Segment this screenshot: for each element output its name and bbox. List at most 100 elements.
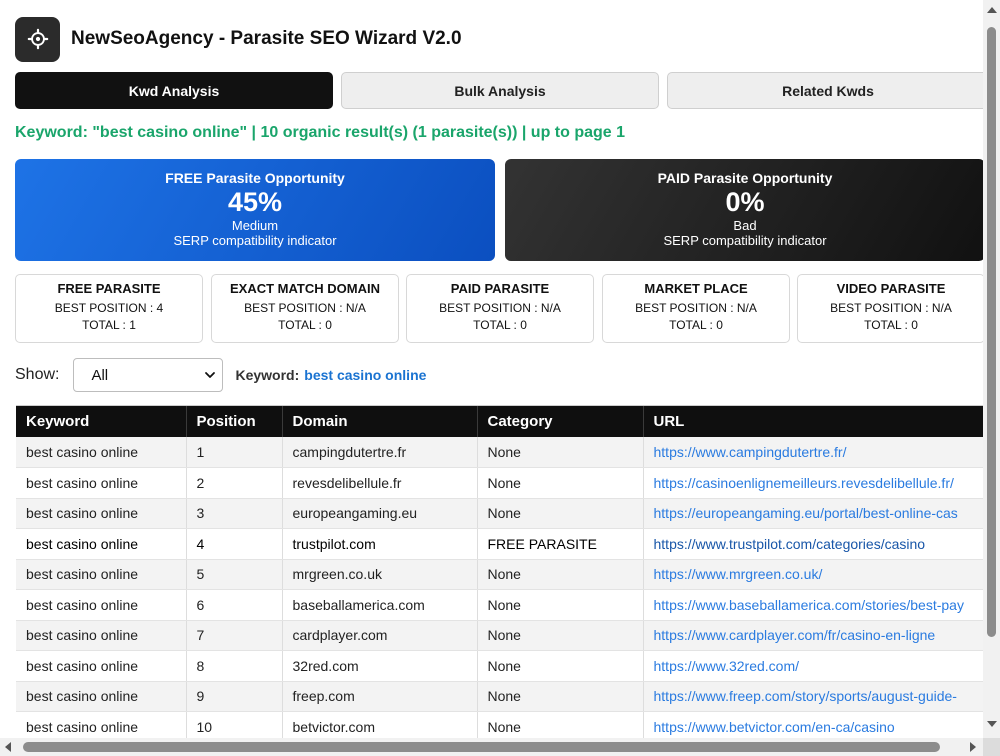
keyword-label: Keyword:: [235, 367, 300, 383]
keyword-value: best casino online: [304, 367, 427, 383]
cell-url-link[interactable]: https://www.freep.com/story/sports/augus…: [643, 681, 983, 712]
cell-category: None: [477, 559, 644, 590]
table-row: best casino online 4 trustpilot.com FREE…: [16, 528, 983, 560]
cell-keyword: best casino online: [16, 437, 187, 468]
stat-card-exact-match-domain: EXACT MATCH DOMAIN BEST POSITION : N/A T…: [211, 274, 399, 343]
stat-name: FREE PARASITE: [57, 281, 161, 296]
show-label: Show:: [15, 366, 60, 383]
stat-card-free-parasite: FREE PARASITE BEST POSITION : 4 TOTAL : …: [15, 274, 203, 343]
free-opportunity-rating: Medium: [231, 218, 279, 233]
paid-opportunity-rating: Bad: [733, 218, 757, 233]
tab-related-kwds[interactable]: Related Kwds: [667, 72, 983, 109]
cell-domain: revesdelibellule.fr: [282, 467, 478, 499]
table-row: best casino online 7 cardplayer.com None…: [16, 620, 983, 651]
cell-keyword: best casino online: [16, 650, 187, 682]
cell-domain: betvictor.com: [282, 711, 478, 738]
stat-total: TOTAL : 0: [864, 318, 918, 332]
stat-best-position: BEST POSITION : N/A: [635, 301, 757, 315]
chevron-down-icon: [205, 372, 216, 378]
cell-domain: cardplayer.com: [282, 620, 478, 651]
stat-card-video-parasite: VIDEO PARASITE BEST POSITION : N/A TOTAL…: [797, 274, 983, 343]
table-row: best casino online 3 europeangaming.eu N…: [16, 498, 983, 529]
cell-domain: trustpilot.com: [282, 528, 478, 560]
cell-domain: europeangaming.eu: [282, 498, 478, 529]
cell-category: FREE PARASITE: [477, 528, 644, 560]
column-header-url: URL: [643, 406, 983, 437]
cell-position: 10: [186, 711, 283, 738]
cell-url-link[interactable]: https://www.cardplayer.com/fr/casino-en-…: [643, 620, 983, 651]
column-header-category: Category: [477, 406, 644, 437]
free-opportunity-value: 45%: [227, 187, 283, 217]
horizontal-scrollbar[interactable]: [0, 738, 983, 756]
category-filter-select[interactable]: All: [73, 358, 224, 392]
cell-category: None: [477, 467, 644, 499]
stat-total: TOTAL : 0: [669, 318, 723, 332]
stat-best-position: BEST POSITION : N/A: [244, 301, 366, 315]
paid-opportunity-caption: SERP compatibility indicator: [663, 233, 827, 248]
table-row: best casino online 5 mrgreen.co.uk None …: [16, 559, 983, 590]
scroll-right-arrow-icon[interactable]: [970, 742, 976, 752]
cell-position: 3: [186, 498, 283, 529]
cell-position: 1: [186, 437, 283, 468]
cell-url-link[interactable]: https://www.baseballamerica.com/stories/…: [643, 589, 983, 621]
table-row: best casino online 9 freep.com None http…: [16, 681, 983, 712]
stat-best-position: BEST POSITION : N/A: [830, 301, 952, 315]
stat-card-paid-parasite: PAID PARASITE BEST POSITION : N/A TOTAL …: [406, 274, 594, 343]
scroll-up-arrow-icon[interactable]: [987, 7, 997, 13]
keyword-summary: Keyword: "best casino online" | 10 organ…: [15, 124, 626, 141]
tab-kwd-analysis[interactable]: Kwd Analysis: [15, 72, 333, 109]
cell-keyword: best casino online: [16, 559, 187, 590]
cell-domain: campingdutertre.fr: [282, 437, 478, 468]
cell-url-link[interactable]: https://www.betvictor.com/en-ca/casino: [643, 711, 983, 738]
cell-url-link[interactable]: https://europeangaming.eu/portal/best-on…: [643, 498, 983, 529]
page-viewport: NewSeoAgency - Parasite SEO Wizard V2.0 …: [0, 0, 983, 738]
column-header-keyword: Keyword: [16, 406, 187, 437]
cell-category: None: [477, 589, 644, 621]
paid-opportunity-value: 0%: [725, 187, 765, 217]
table-row: best casino online 1 campingdutertre.fr …: [16, 437, 983, 468]
table-row: best casino online 8 32red.com None http…: [16, 650, 983, 682]
scroll-left-arrow-icon[interactable]: [5, 742, 11, 752]
stat-total: TOTAL : 1: [82, 318, 136, 332]
vertical-scrollbar[interactable]: [983, 0, 1000, 738]
column-header-domain: Domain: [282, 406, 478, 437]
scroll-down-arrow-icon[interactable]: [987, 721, 997, 727]
cell-keyword: best casino online: [16, 620, 187, 651]
results-table-container: Keyword Position Domain Category URL bes…: [16, 405, 983, 738]
paid-opportunity-title: PAID Parasite Opportunity: [657, 170, 833, 186]
cell-domain: freep.com: [282, 681, 478, 712]
table-row: best casino online 2 revesdelibellule.fr…: [16, 467, 983, 499]
cell-domain: baseballamerica.com: [282, 589, 478, 621]
column-header-position: Position: [186, 406, 283, 437]
vertical-scroll-thumb[interactable]: [987, 27, 996, 637]
stat-best-position: BEST POSITION : N/A: [439, 301, 561, 315]
stat-card-market-place: MARKET PLACE BEST POSITION : N/A TOTAL :…: [602, 274, 790, 343]
cell-url-link[interactable]: https://www.32red.com/: [643, 650, 983, 682]
cell-url-link[interactable]: https://www.mrgreen.co.uk/: [643, 559, 983, 590]
cell-category: None: [477, 711, 644, 738]
stat-name: MARKET PLACE: [644, 281, 748, 296]
table-row: best casino online 6 baseballamerica.com…: [16, 589, 983, 621]
paid-opportunity-card: PAID Parasite Opportunity 0% Bad SERP co…: [505, 159, 983, 261]
tab-bar: Kwd Analysis Bulk Analysis Related Kwds: [15, 72, 983, 109]
stat-best-position: BEST POSITION : 4: [54, 301, 164, 315]
free-opportunity-caption: SERP compatibility indicator: [173, 233, 337, 248]
free-opportunity-card: FREE Parasite Opportunity 45% Medium SER…: [15, 159, 495, 261]
cell-category: None: [477, 620, 644, 651]
tab-bulk-analysis[interactable]: Bulk Analysis: [341, 72, 659, 109]
cell-position: 4: [186, 528, 283, 560]
cell-category: None: [477, 498, 644, 529]
stat-total: TOTAL : 0: [473, 318, 527, 332]
cell-url-link[interactable]: https://casinoenlignemeilleurs.revesdeli…: [643, 467, 983, 499]
horizontal-scroll-thumb[interactable]: [23, 742, 940, 752]
cell-position: 2: [186, 467, 283, 499]
category-filter-value: All: [91, 366, 109, 384]
cell-keyword: best casino online: [16, 498, 187, 529]
app-title: NewSeoAgency - Parasite SEO Wizard V2.0: [71, 28, 462, 49]
cell-keyword: best casino online: [16, 711, 187, 738]
table-header-row: Keyword Position Domain Category URL: [16, 406, 983, 437]
filter-bar: Show: All Keyword: best casino online: [15, 358, 426, 392]
cell-url-link[interactable]: https://www.trustpilot.com/categories/ca…: [643, 528, 983, 560]
cell-url-link[interactable]: https://www.campingdutertre.fr/: [643, 437, 983, 468]
cell-position: 9: [186, 681, 283, 712]
